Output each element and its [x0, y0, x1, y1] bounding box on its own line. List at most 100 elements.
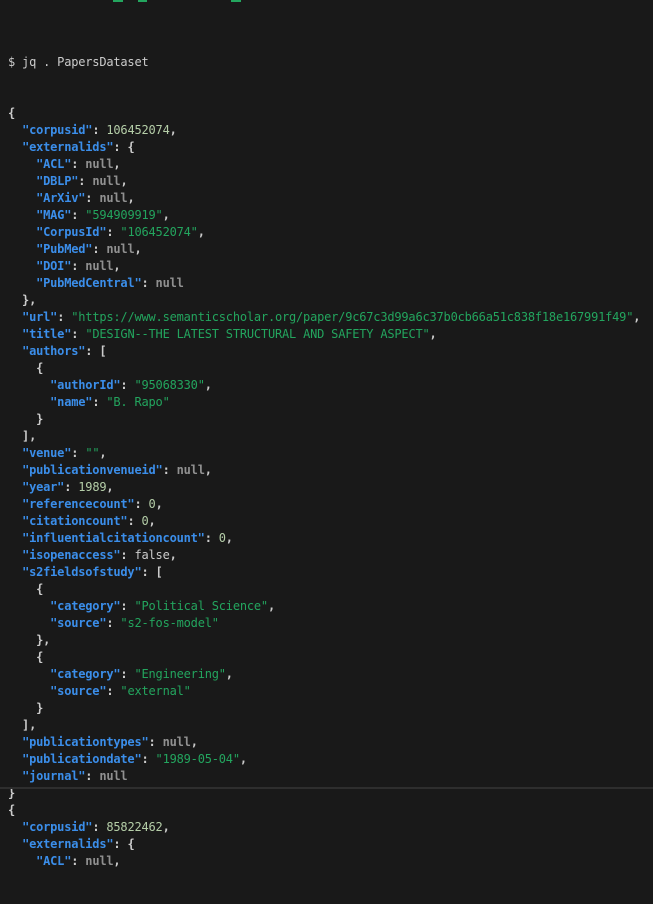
- json-line: "category": "Political Science",: [8, 598, 653, 615]
- punctuation: ,: [190, 735, 198, 749]
- json-key: "journal": [22, 769, 86, 783]
- punctuation: [8, 752, 22, 766]
- json-string: "external": [120, 684, 191, 698]
- punctuation: [8, 276, 36, 290]
- punctuation: ,: [429, 327, 437, 341]
- punctuation: : [: [141, 565, 163, 579]
- json-key: "MAG": [36, 208, 72, 222]
- json-key: "DBLP": [36, 174, 79, 188]
- json-key: "publicationvenueid": [22, 463, 163, 477]
- json-line: }: [8, 700, 653, 717]
- json-key: "source": [50, 684, 107, 698]
- json-key: "PubMed": [36, 242, 93, 256]
- json-key: "DOI": [36, 259, 72, 273]
- json-line: "ACL": null,: [8, 853, 653, 870]
- punctuation: {: [8, 361, 44, 375]
- json-null: null: [85, 157, 114, 171]
- text-fragment: [113, 0, 123, 2]
- json-null: null: [85, 259, 114, 273]
- json-line: "name": "B. Rapo": [8, 394, 653, 411]
- punctuation: [8, 667, 50, 681]
- json-line: "source": "s2-fos-model": [8, 615, 653, 632]
- punctuation: ,: [169, 548, 177, 562]
- json-string: "106452074": [120, 225, 198, 239]
- punctuation: :: [71, 854, 86, 868]
- json-string: "Engineering": [134, 667, 226, 681]
- punctuation: [8, 123, 22, 137]
- command-text: $ jq . PapersDataset: [8, 55, 149, 69]
- punctuation: [8, 820, 22, 834]
- punctuation: :: [71, 327, 86, 341]
- json-number: 0: [148, 497, 156, 511]
- json-string: "95068330": [134, 378, 205, 392]
- punctuation: ,: [197, 225, 205, 239]
- punctuation: :: [92, 820, 107, 834]
- punctuation: [8, 463, 22, 477]
- punctuation: [8, 599, 50, 613]
- json-null: null: [92, 174, 121, 188]
- punctuation: :: [148, 735, 163, 749]
- punctuation: },: [8, 293, 37, 307]
- punctuation: ],: [8, 429, 37, 443]
- json-string: "https://www.semanticscholar.org/paper/9…: [71, 310, 634, 324]
- json-null: null: [99, 769, 128, 783]
- punctuation: :: [204, 531, 219, 545]
- json-line: "url": "https://www.semanticscholar.org/…: [8, 309, 653, 326]
- json-key: "externalids": [22, 140, 114, 154]
- punctuation: }: [8, 412, 44, 426]
- punctuation: },: [8, 633, 51, 647]
- terminal-output: { "corpusid": 106452074, "externalids": …: [8, 105, 653, 870]
- punctuation: ,: [225, 667, 233, 681]
- command-line: $ jq . PapersDataset: [8, 54, 653, 71]
- punctuation: [8, 208, 36, 222]
- punctuation: ,: [204, 378, 212, 392]
- punctuation: :: [141, 276, 156, 290]
- punctuation: ,: [633, 310, 641, 324]
- punctuation: :: [120, 667, 135, 681]
- punctuation: [8, 378, 50, 392]
- json-line: "venue": "",: [8, 445, 653, 462]
- text-fragment: [138, 0, 147, 2]
- punctuation: [8, 684, 50, 698]
- json-key: "referencecount": [22, 497, 135, 511]
- json-line: "DOI": null,: [8, 258, 653, 275]
- punctuation: {: [8, 650, 44, 664]
- punctuation: [8, 259, 36, 273]
- json-string: "": [85, 446, 100, 460]
- json-line: "referencecount": 0,: [8, 496, 653, 513]
- json-key: "url": [22, 310, 58, 324]
- json-key: "category": [50, 599, 121, 613]
- punctuation: [8, 310, 22, 324]
- punctuation: ,: [204, 463, 212, 477]
- json-string: "s2-fos-model": [120, 616, 219, 630]
- json-line: "title": "DESIGN--THE LATEST STRUCTURAL …: [8, 326, 653, 343]
- punctuation: [8, 327, 22, 341]
- json-number: 85822462: [106, 820, 163, 834]
- json-line: "publicationtypes": null,: [8, 734, 653, 751]
- punctuation: [8, 514, 22, 528]
- json-key: "authors": [22, 344, 86, 358]
- json-number: 0: [218, 531, 226, 545]
- json-key: "isopenaccess": [22, 548, 121, 562]
- json-key: "ArXiv": [36, 191, 86, 205]
- json-key: "title": [22, 327, 72, 341]
- punctuation: [8, 497, 22, 511]
- json-key: "CorpusId": [36, 225, 107, 239]
- punctuation: [8, 225, 36, 239]
- json-string: "594909919": [85, 208, 163, 222]
- json-line: "externalids": {: [8, 139, 653, 156]
- terminal-viewport[interactable]: $ jq . PapersDataset { "corpusid": 10645…: [0, 0, 653, 868]
- punctuation: :: [120, 378, 135, 392]
- json-line: "influentialcitationcount": 0,: [8, 530, 653, 547]
- punctuation: :: [120, 599, 135, 613]
- json-line: "PubMed": null,: [8, 241, 653, 258]
- punctuation: : {: [113, 837, 135, 851]
- punctuation: [8, 548, 22, 562]
- punctuation: ,: [148, 514, 156, 528]
- punctuation: :: [162, 463, 177, 477]
- json-line: }: [8, 411, 653, 428]
- json-key: "category": [50, 667, 121, 681]
- punctuation: ,: [155, 497, 163, 511]
- punctuation: :: [92, 242, 107, 256]
- json-line: "source": "external": [8, 683, 653, 700]
